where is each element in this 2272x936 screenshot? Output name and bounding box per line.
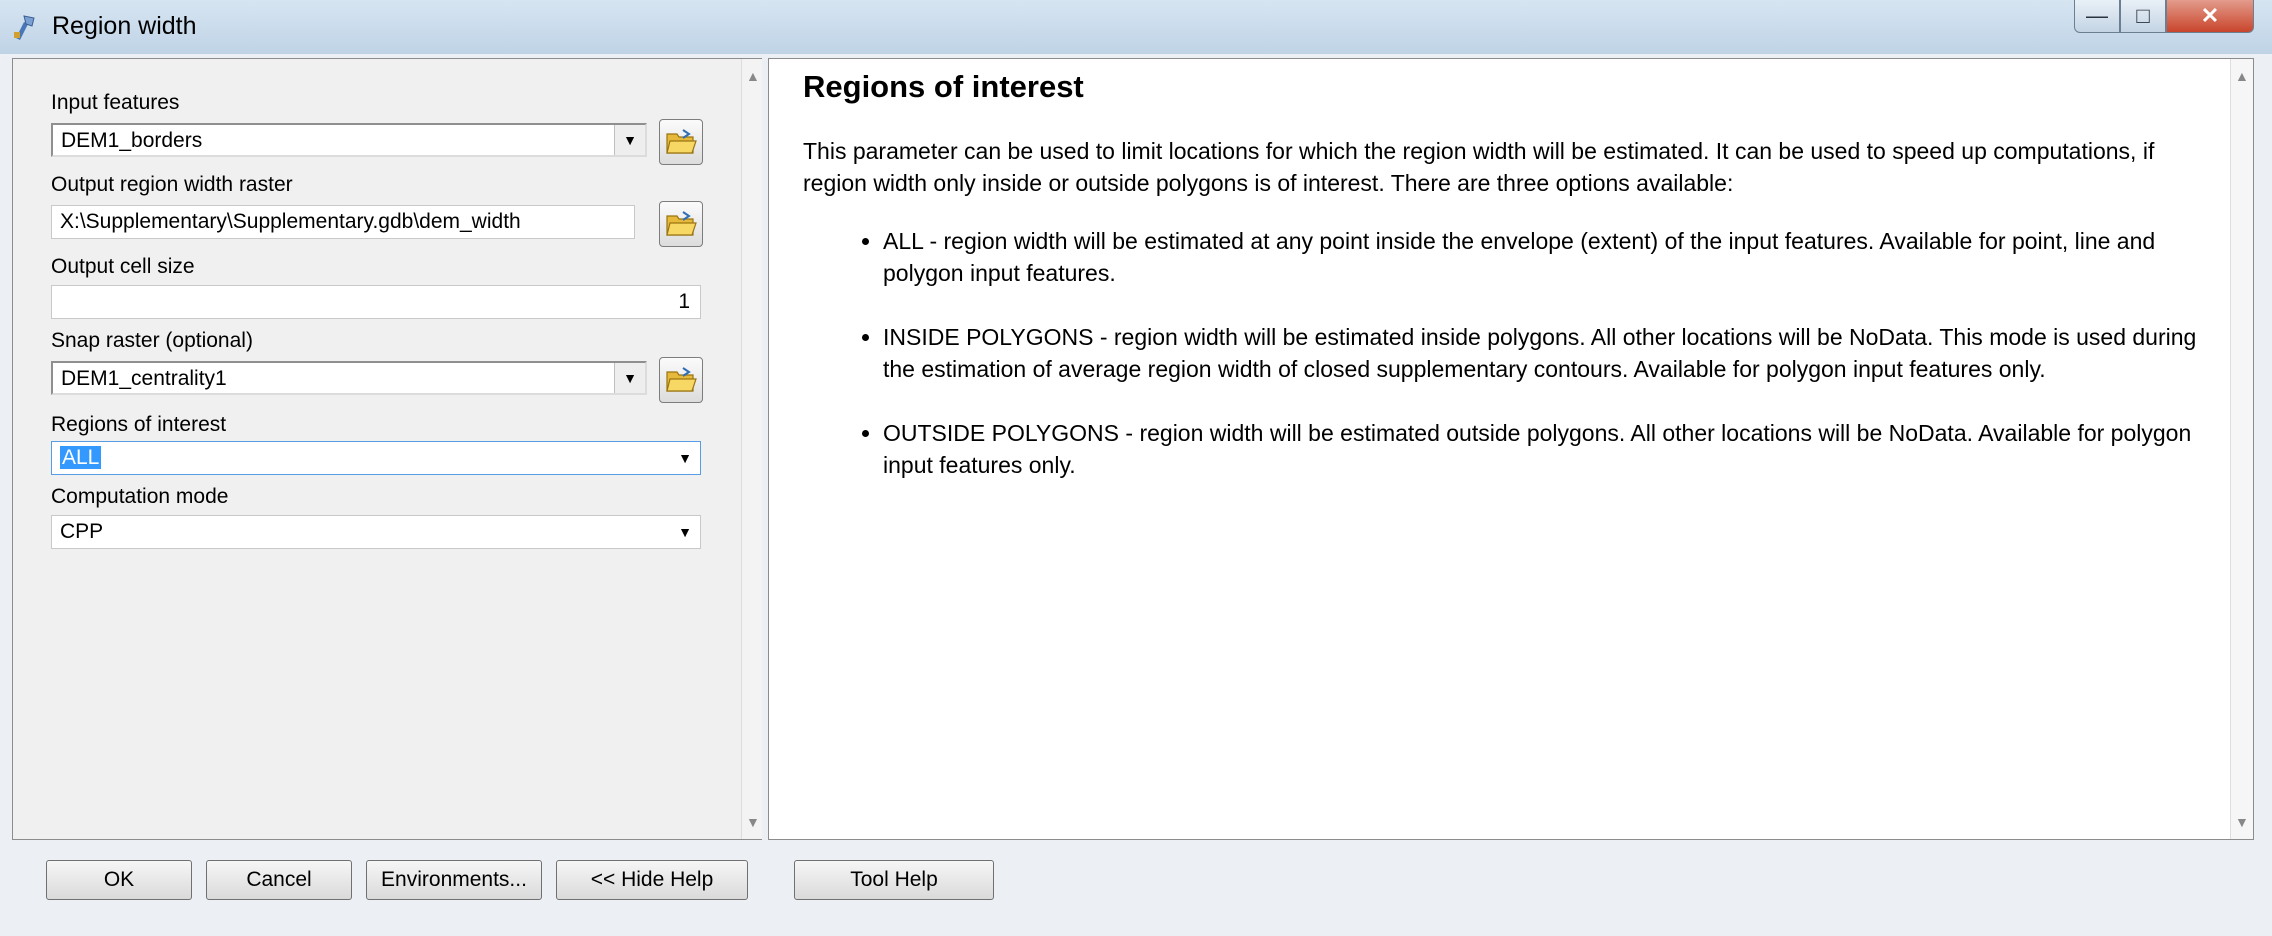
scroll-down-icon[interactable]: ▼ — [2235, 815, 2249, 829]
chevron-down-icon[interactable]: ▼ — [670, 442, 700, 474]
dialog-body: Input features DEM1_borders ▼ Output reg… — [0, 54, 2272, 936]
folder-open-icon — [666, 367, 697, 392]
output-raster-value: X:\Supplementary\Supplementary.gdb\dem_w… — [60, 210, 521, 233]
snap-raster-dropdown[interactable]: DEM1_centrality1 ▼ — [51, 361, 647, 395]
chevron-down-icon[interactable]: ▼ — [670, 516, 700, 548]
close-button[interactable]: ✕ — [2166, 0, 2254, 33]
help-panel: Regions of interest This parameter can b… — [768, 58, 2254, 840]
input-features-browse-button[interactable] — [659, 119, 703, 165]
snap-raster-label: Snap raster (optional) — [51, 329, 253, 352]
hide-help-button[interactable]: << Hide Help — [556, 860, 748, 900]
regions-of-interest-label: Regions of interest — [51, 413, 227, 436]
tool-icon — [14, 15, 35, 40]
regions-of-interest-value: ALL — [60, 446, 102, 469]
regions-of-interest-dropdown[interactable]: ALL ▼ — [51, 441, 701, 475]
help-scrollbar[interactable]: ▲ ▼ — [2230, 59, 2253, 839]
scroll-down-icon[interactable]: ▼ — [746, 815, 760, 829]
ok-button[interactable]: OK — [46, 860, 192, 900]
help-content: Regions of interest This parameter can b… — [803, 69, 2213, 513]
minimize-button[interactable]: — — [2074, 0, 2120, 33]
help-option-outside-polygons: OUTSIDE POLYGONS - region width will be … — [883, 417, 2213, 481]
cancel-button[interactable]: Cancel — [206, 860, 352, 900]
folder-open-icon — [666, 211, 697, 236]
help-option-all: ALL - region width will be estimated at … — [883, 225, 2213, 289]
maximize-button[interactable]: □ — [2120, 0, 2166, 33]
title-bar: Region width — □ ✕ — [0, 0, 2272, 55]
scroll-up-icon[interactable]: ▲ — [2235, 69, 2249, 83]
cell-size-field[interactable]: 1 — [51, 285, 701, 319]
maximize-icon: □ — [2136, 3, 2150, 28]
computation-mode-label: Computation mode — [51, 485, 229, 508]
scroll-up-icon[interactable]: ▲ — [746, 69, 760, 83]
output-raster-browse-button[interactable] — [659, 201, 703, 247]
help-option-inside-polygons: INSIDE POLYGONS - region width will be e… — [883, 321, 2213, 385]
output-raster-label: Output region width raster — [51, 173, 293, 196]
help-title: Regions of interest — [803, 69, 1084, 104]
output-raster-field[interactable]: X:\Supplementary\Supplementary.gdb\dem_w… — [51, 205, 635, 239]
computation-mode-dropdown[interactable]: CPP ▼ — [51, 515, 701, 549]
close-icon: ✕ — [2200, 3, 2220, 28]
input-features-dropdown[interactable]: DEM1_borders ▼ — [51, 123, 647, 157]
cell-size-label: Output cell size — [51, 255, 195, 278]
environments-button[interactable]: Environments... — [366, 860, 542, 900]
cell-size-value: 1 — [678, 290, 690, 313]
snap-raster-browse-button[interactable] — [659, 357, 703, 403]
chevron-down-icon[interactable]: ▼ — [614, 363, 645, 393]
help-intro: This parameter can be used to limit loca… — [803, 138, 2155, 196]
snap-raster-value: DEM1_centrality1 — [61, 367, 227, 390]
parameters-panel: Input features DEM1_borders ▼ Output reg… — [12, 58, 762, 840]
minimize-icon: — — [2086, 3, 2108, 28]
computation-mode-value: CPP — [60, 520, 104, 543]
chevron-down-icon[interactable]: ▼ — [614, 125, 645, 155]
folder-open-icon — [666, 129, 697, 154]
window-title: Region width — [52, 12, 197, 40]
parameters-scrollbar[interactable]: ▲ ▼ — [741, 59, 762, 839]
input-features-label: Input features — [51, 91, 180, 114]
input-features-value: DEM1_borders — [61, 129, 203, 152]
tool-help-button[interactable]: Tool Help — [794, 860, 994, 900]
help-options-list: ALL - region width will be estimated at … — [803, 225, 2213, 481]
